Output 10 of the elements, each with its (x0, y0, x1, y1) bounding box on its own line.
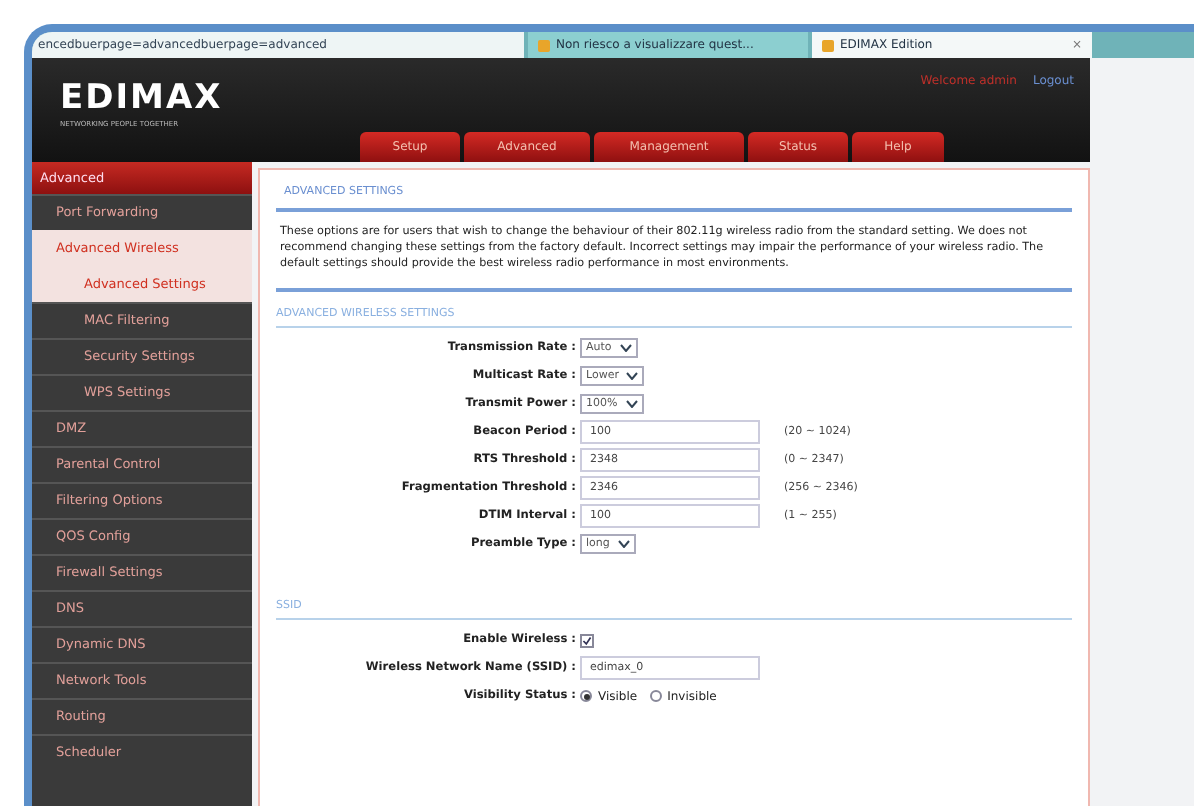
page-icon (822, 39, 834, 51)
logo: EDIMAX (60, 82, 225, 116)
checkbox[interactable] (580, 633, 594, 648)
caret-icon (625, 400, 638, 409)
caret-icon (617, 540, 630, 549)
caret-icon (626, 372, 639, 381)
radio-button[interactable] (580, 690, 592, 703)
radio-button[interactable] (649, 690, 662, 703)
caret-icon (619, 344, 632, 353)
page-icon (538, 39, 550, 51)
